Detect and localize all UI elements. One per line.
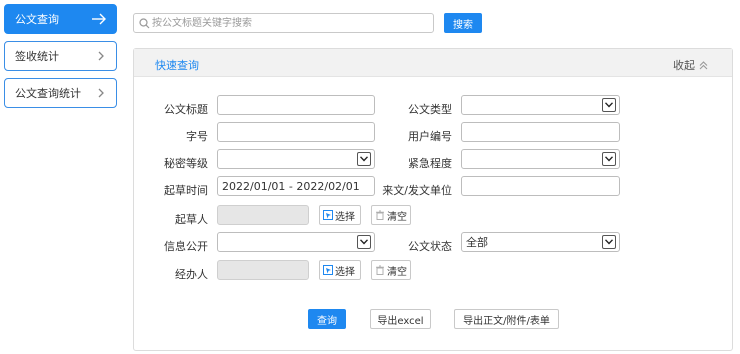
handler-label: 经办人	[175, 268, 208, 281]
chevron-down-icon	[602, 235, 616, 249]
sidebar: 公文查询 签收统计 公文查询统计	[4, 4, 117, 115]
search-input[interactable]	[152, 15, 428, 31]
trash-icon	[376, 210, 384, 220]
clear-label: 清空	[387, 211, 407, 223]
handler-input	[217, 260, 309, 280]
drafter-input	[217, 205, 309, 225]
urgency-select[interactable]	[461, 149, 620, 169]
sidebar-item-sign-stats[interactable]: 签收统计	[4, 41, 117, 71]
sidebar-item-query-stats[interactable]: 公文查询统计	[4, 78, 117, 108]
doc-title-input[interactable]	[217, 95, 375, 115]
trash-icon	[376, 265, 384, 275]
query-button[interactable]: 查询	[308, 309, 346, 329]
number-input[interactable]	[217, 122, 375, 142]
select-cursor-icon	[323, 265, 333, 275]
doc-title-label: 公文标题	[164, 103, 208, 116]
panel-title: 快速查询	[155, 59, 199, 72]
panel-header: 快速查询 收起	[134, 49, 732, 77]
number-label: 字号	[186, 130, 208, 143]
user-number-label: 用户编号	[408, 130, 452, 143]
handler-clear-button[interactable]: 清空	[371, 260, 411, 280]
info-public-select[interactable]	[217, 232, 375, 252]
secrecy-label: 秘密等级	[164, 157, 208, 170]
drafter-clear-button[interactable]: 清空	[371, 205, 411, 225]
clear-label: 清空	[387, 266, 407, 278]
sidebar-item-doc-query[interactable]: 公文查询	[4, 4, 117, 34]
drafter-label: 起草人	[175, 213, 208, 226]
select-label: 选择	[335, 211, 355, 223]
export-docs-button[interactable]: 导出正文/附件/表单	[454, 309, 559, 329]
sidebar-item-label: 公文查询	[15, 13, 59, 26]
draft-time-value: 2022/01/01 - 2022/02/01	[222, 179, 360, 193]
chevron-right-icon	[98, 51, 104, 61]
info-public-label: 信息公开	[164, 240, 208, 253]
doc-type-select[interactable]	[461, 95, 620, 115]
doc-status-label: 公文状态	[408, 240, 452, 253]
select-cursor-icon	[323, 210, 333, 220]
select-label: 选择	[335, 266, 355, 278]
doc-status-select[interactable]: 全部	[461, 232, 620, 252]
unit-label: 来文/发文单位	[382, 184, 452, 197]
collapse-toggle[interactable]: 收起	[673, 57, 708, 73]
export-excel-button[interactable]: 导出excel	[370, 309, 431, 329]
secrecy-select[interactable]	[217, 149, 375, 169]
handler-select-button[interactable]: 选择	[319, 260, 361, 280]
search-icon	[139, 18, 150, 29]
chevron-down-icon	[602, 152, 616, 166]
chevron-down-icon	[357, 235, 371, 249]
draft-time-label: 起草时间	[164, 184, 208, 197]
search-box	[133, 13, 434, 33]
sidebar-item-label: 签收统计	[15, 50, 59, 63]
user-number-input[interactable]	[461, 122, 620, 142]
collapse-label: 收起	[673, 59, 695, 72]
double-chevron-up-icon	[699, 60, 708, 69]
doc-status-value: 全部	[466, 236, 488, 249]
chevron-right-icon	[98, 88, 104, 98]
chevron-down-icon	[602, 98, 616, 112]
draft-time-input[interactable]: 2022/01/01 - 2022/02/01	[217, 176, 375, 196]
urgency-label: 紧急程度	[408, 157, 452, 170]
chevron-down-icon	[357, 152, 371, 166]
unit-input[interactable]	[461, 176, 620, 196]
quick-query-panel: 快速查询 收起 公文标题 公文类型 字号 用户编号 秘密等级 紧急程度 起草时间…	[133, 48, 733, 351]
arrow-right-icon	[92, 13, 106, 25]
sidebar-item-label: 公文查询统计	[15, 87, 81, 100]
doc-type-label: 公文类型	[408, 103, 452, 116]
search-button[interactable]: 搜索	[444, 13, 482, 33]
drafter-select-button[interactable]: 选择	[319, 205, 361, 225]
